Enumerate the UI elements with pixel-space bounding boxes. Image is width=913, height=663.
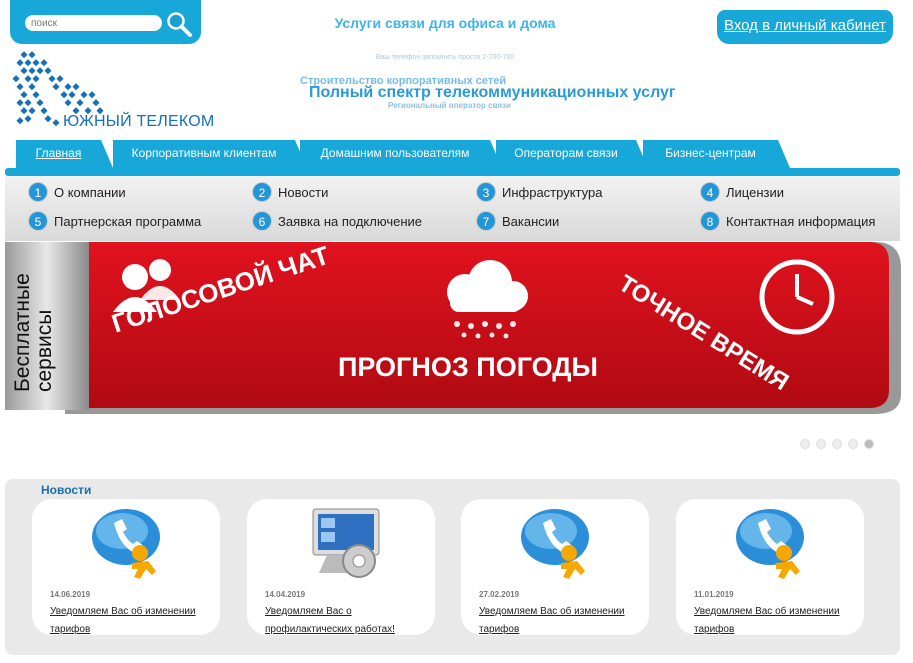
submenu-label: Партнерская программа: [54, 214, 202, 229]
news-title: Новости: [41, 483, 92, 497]
number-badge: 6: [252, 211, 272, 231]
submenu-label: Лицензии: [726, 185, 784, 200]
submenu-item-contacts[interactable]: 8 Контактная информация: [700, 211, 875, 233]
slide-dot-2[interactable]: [816, 439, 826, 449]
phone-note: Ваш телефон запомнить просто 2-700-700: [375, 54, 515, 61]
submenu-label: О компании: [54, 185, 126, 200]
top-title: Услуги связи для офиса и дома: [334, 15, 556, 31]
nav-underline: [5, 168, 900, 176]
news-card[interactable]: 14.04.2019 Уведомляем Вас о профилактиче…: [247, 499, 435, 635]
news-date: 11.01.2019: [694, 590, 734, 599]
slide-dot-3[interactable]: [832, 439, 842, 449]
number-badge: 7: [476, 211, 496, 231]
phone-bubble-icon: [521, 509, 589, 579]
news-date: 14.04.2019: [265, 590, 306, 599]
submenu-item-infrastructure[interactable]: 3 Инфраструктура: [476, 182, 602, 204]
news-link[interactable]: Уведомляем Вас об изменении тарифов: [479, 603, 644, 639]
number-badge: 5: [28, 211, 48, 231]
side-label-line1: Бесплатные: [11, 273, 34, 392]
logo-text: ЮЖНЫЙ ТЕЛЕКОМ: [63, 113, 215, 130]
main-nav: Главная Корпоративным клиентам Домашним …: [16, 140, 896, 170]
tab-corporate[interactable]: Корпоративным клиентам: [113, 140, 307, 168]
number-badge: 1: [28, 182, 48, 202]
submenu-label: Новости: [278, 185, 329, 200]
number-badge: 3: [476, 182, 496, 202]
submenu-item-partner[interactable]: 5 Партнерская программа: [28, 211, 201, 233]
cabinet-link[interactable]: Вход в личный кабинет: [717, 10, 893, 44]
tab-label: Главная: [35, 146, 82, 160]
banner-side-label: Бесплатные сервисы: [11, 242, 56, 392]
news-link[interactable]: Уведомляем Вас о профилактических работа…: [265, 603, 430, 639]
news-card[interactable]: 14.06.2019 Уведомляем Вас об изменении т…: [32, 499, 220, 635]
slide-dot-5[interactable]: [864, 439, 874, 449]
slide-dot-1[interactable]: [800, 439, 810, 449]
side-label-line2: сервисы: [33, 309, 56, 392]
tab-business-centers[interactable]: Бизнес-центрам: [643, 140, 790, 168]
tab-label: Корпоративным клиентам: [131, 146, 277, 160]
submenu-label: Заявка на подключение: [278, 214, 422, 229]
slider-pagination: [800, 436, 880, 454]
number-badge: 2: [252, 182, 272, 202]
tab-operators[interactable]: Операторам связи: [496, 140, 648, 168]
tab-label: Домашним пользователям: [320, 146, 470, 160]
slide-dot-4[interactable]: [848, 439, 858, 449]
phone-bubble-icon: [92, 509, 160, 579]
news-card[interactable]: 11.01.2019 Уведомляем Вас об изменении т…: [676, 499, 864, 635]
number-badge: 4: [700, 182, 720, 202]
tab-label: Бизнес-центрам: [665, 146, 756, 160]
submenu-item-news[interactable]: 2 Новости: [252, 182, 328, 204]
tab-home[interactable]: Главная: [16, 140, 113, 168]
number-badge: 8: [700, 211, 720, 231]
submenu-item-vacancies[interactable]: 7 Вакансии: [476, 211, 559, 233]
monitor-gear-icon: [312, 508, 380, 578]
tab-label: Операторам связи: [514, 146, 618, 160]
weather-caption: ПРОГНОЗ ПОГОДЫ: [338, 352, 598, 382]
submenu-label: Контактная информация: [726, 214, 876, 229]
news-date: 27.02.2019: [479, 590, 520, 599]
news-section: Новости 14.06.2019 Уведомляем Вас об изм…: [5, 479, 900, 655]
submenu: 1 О компании 2 Новости 3 Инфраструктура 4 Ли…: [5, 176, 900, 241]
news-link[interactable]: Уведомляем Вас об изменении тарифов: [50, 603, 215, 639]
news-link[interactable]: Уведомляем Вас об изменении тарифов: [694, 603, 859, 639]
news-card[interactable]: 27.02.2019 Уведомляем Вас об изменении т…: [461, 499, 649, 635]
search-icon[interactable]: [165, 10, 193, 38]
submenu-item-request[interactable]: 6 Заявка на подключение: [252, 211, 422, 233]
phone-bubble-icon: [736, 509, 804, 579]
slogan-sub: Региональный оператор связи: [388, 101, 511, 110]
submenu-label: Инфраструктура: [502, 185, 603, 200]
submenu-item-licenses[interactable]: 4 Лицензии: [700, 182, 784, 204]
slogan-main: Полный спектр телекоммуникационных услуг: [309, 84, 676, 101]
submenu-label: Вакансии: [502, 214, 560, 229]
search-input[interactable]: [25, 15, 162, 31]
tab-home-users[interactable]: Домашним пользователям: [300, 140, 502, 168]
submenu-item-about[interactable]: 1 О компании: [28, 182, 126, 204]
news-date: 14.06.2019: [50, 590, 91, 599]
